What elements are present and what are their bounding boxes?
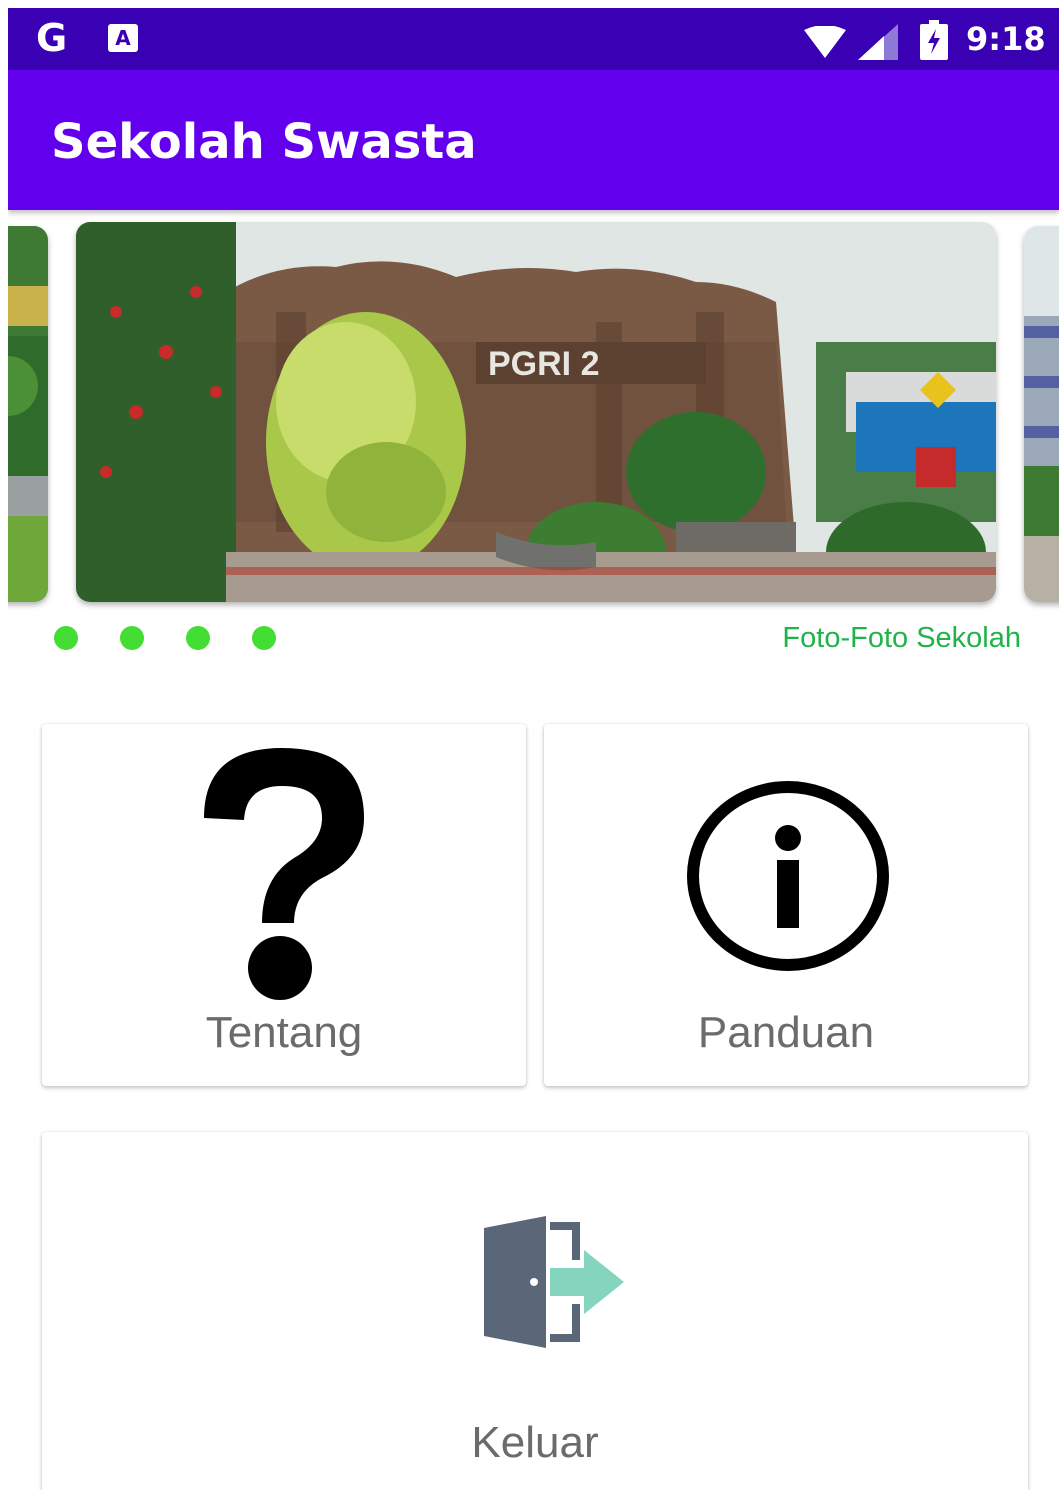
panduan-label: Panduan xyxy=(697,1008,875,1057)
carousel-dot[interactable] xyxy=(120,626,144,650)
info-icon xyxy=(687,781,889,971)
keluar-label: Keluar xyxy=(471,1418,599,1467)
tentang-label: Tentang xyxy=(205,1008,363,1057)
exit-door-icon xyxy=(484,1216,624,1348)
carousel-dot[interactable] xyxy=(186,626,210,650)
tentang-card[interactable]: Tentang xyxy=(42,724,526,1086)
status-time: 9:18 xyxy=(966,20,1046,58)
signal-icon xyxy=(858,24,898,60)
panduan-card[interactable]: Panduan xyxy=(544,724,1028,1086)
carousel-caption: Foto-Foto Sekolah xyxy=(782,622,1021,654)
carousel-slide-previous[interactable] xyxy=(8,226,48,602)
wifi-icon xyxy=(804,26,846,58)
carousel-dot[interactable] xyxy=(54,626,78,650)
status-bar: G A 9:18 xyxy=(8,8,1059,70)
carousel-slide-school-photo[interactable]: PGRI 2 xyxy=(76,222,996,602)
google-icon: G xyxy=(36,16,68,60)
page-title: Sekolah Swasta xyxy=(51,114,477,170)
translate-icon: A xyxy=(108,24,138,52)
carousel-dot[interactable] xyxy=(252,626,276,650)
keluar-card[interactable]: Keluar xyxy=(42,1132,1028,1490)
question-mark-icon xyxy=(204,748,364,1000)
photo-carousel[interactable]: PGRI 2 xyxy=(8,222,1059,612)
app-bar: Sekolah Swasta xyxy=(8,70,1059,210)
school-sign-text: PGRI 2 xyxy=(488,345,599,383)
phone-screen: G A 9:18 Sekolah Swasta PGRI 2 Foto-Foto… xyxy=(8,8,1059,1490)
carousel-slide-next[interactable] xyxy=(1024,226,1059,602)
battery-charging-icon xyxy=(920,20,948,60)
